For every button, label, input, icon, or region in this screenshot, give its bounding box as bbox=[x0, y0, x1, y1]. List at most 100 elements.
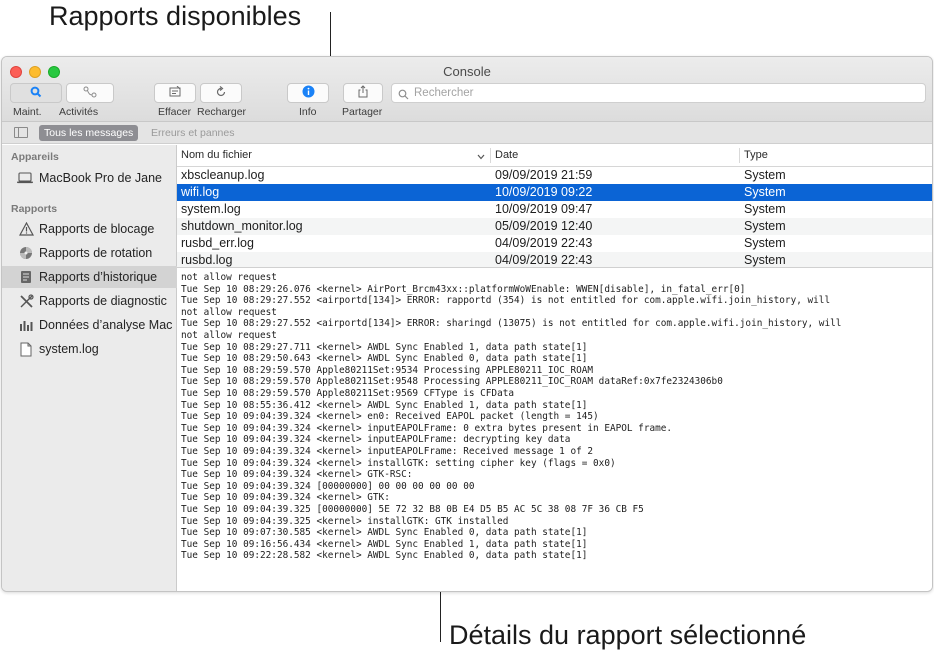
log-line: Tue Sep 10 09:04:39.324 <kernel> install… bbox=[181, 457, 616, 469]
log-line: Tue Sep 10 08:29:50.643 <kernel> AWDL Sy… bbox=[181, 353, 588, 365]
sidebar-item-label: MacBook Pro de Jane bbox=[39, 171, 162, 185]
sidebar-item-label: Rapports de blocage bbox=[39, 222, 155, 236]
row-date: 10/09/2019 09:22 bbox=[495, 185, 593, 199]
sidebar-toggle-icon[interactable] bbox=[14, 127, 28, 138]
now-button[interactable] bbox=[10, 83, 62, 103]
sidebar-item-spin-reports[interactable]: Rapports de rotation bbox=[2, 242, 177, 264]
log-line: Tue Sep 10 08:29:59.570 Apple80211Set:95… bbox=[181, 388, 515, 399]
table-row-selected[interactable]: wifi.log 10/09/2019 09:22 System bbox=[177, 184, 932, 201]
search-icon bbox=[398, 87, 409, 100]
reload-button[interactable] bbox=[200, 83, 242, 103]
row-type: System bbox=[744, 236, 786, 250]
clear-icon bbox=[168, 85, 182, 101]
share-label: Partager bbox=[342, 106, 383, 118]
log-line: Tue Sep 10 09:04:39.324 <kernel> inputEA… bbox=[181, 422, 673, 434]
row-filename: system.log bbox=[181, 202, 241, 216]
filter-errors-faults[interactable]: Erreurs et pannes bbox=[151, 127, 234, 139]
sidebar-item-device[interactable]: MacBook Pro de Jane bbox=[2, 167, 177, 189]
table-header: Nom du fichier Date Type bbox=[177, 145, 932, 167]
sidebar-item-crash-reports[interactable]: Rapports de blocage bbox=[2, 218, 177, 240]
table-row[interactable]: rusbd_err.log 04/09/2019 22:43 System bbox=[177, 235, 932, 252]
table-row[interactable]: shutdown_monitor.log 05/09/2019 12:40 Sy… bbox=[177, 218, 932, 235]
activities-label: Activités bbox=[59, 106, 99, 118]
sidebar-item-label: Rapports d’historique bbox=[39, 270, 158, 284]
clear-label: Effacer bbox=[158, 106, 192, 118]
log-line: Tue Sep 10 08:29:59.570 Apple80211Set:95… bbox=[181, 376, 723, 388]
activities-icon bbox=[83, 86, 97, 101]
sidebar-item-label: Rapports de rotation bbox=[39, 246, 153, 260]
devices-header: Appareils bbox=[11, 151, 59, 163]
row-date: 04/09/2019 22:43 bbox=[495, 236, 593, 250]
row-filename: rusbd_err.log bbox=[181, 236, 254, 250]
row-date: 09/09/2019 21:59 bbox=[495, 168, 593, 182]
row-filename: shutdown_monitor.log bbox=[181, 219, 303, 233]
log-line: Tue Sep 10 09:16:56.434 <kernel> AWDL Sy… bbox=[181, 538, 588, 550]
log-line: Tue Sep 10 08:29:27.552 <airportd[134]> … bbox=[181, 295, 831, 307]
sidebar-item-system-log[interactable]: system.log bbox=[2, 338, 177, 360]
row-filename: rusbd.log bbox=[181, 253, 233, 267]
tools-icon bbox=[18, 293, 34, 309]
callout-report-details: Détails du rapport sélectionné bbox=[449, 620, 807, 650]
row-type: System bbox=[744, 185, 786, 199]
now-label: Maint. bbox=[13, 106, 42, 118]
sidebar-item-log-reports[interactable]: Rapports d’historique bbox=[2, 266, 177, 288]
log-line: Tue Sep 10 08:29:26.076 <kernel> AirPort… bbox=[181, 283, 746, 295]
log-line: Tue Sep 10 09:04:39.324 <kernel> inputEA… bbox=[181, 446, 594, 457]
activities-button[interactable] bbox=[66, 83, 114, 103]
log-line: Tue Sep 10 09:04:39.324 <kernel> GTK: bbox=[181, 492, 390, 504]
log-line: Tue Sep 10 09:04:39.325 <kernel> install… bbox=[181, 515, 509, 527]
row-type: System bbox=[744, 168, 786, 182]
share-icon bbox=[357, 85, 369, 101]
toolbar: Console Maint. Activités Effacer Recharg… bbox=[2, 57, 932, 122]
share-button[interactable] bbox=[343, 83, 383, 103]
clear-button[interactable] bbox=[154, 83, 196, 103]
sort-chevron-icon[interactable] bbox=[477, 151, 485, 163]
sidebar-item-label: Rapports de diagnostic bbox=[39, 294, 167, 308]
file-icon bbox=[18, 341, 34, 357]
sidebar-item-label: Données d’analyse Mac bbox=[39, 318, 173, 332]
log-line: Tue Sep 10 09:04:39.324 <kernel> GTK-RSC… bbox=[181, 469, 413, 481]
reload-label: Recharger bbox=[197, 106, 247, 118]
window-title: Console bbox=[443, 64, 491, 79]
filter-all-messages[interactable]: Tous les messages bbox=[39, 125, 139, 141]
row-filename: xbscleanup.log bbox=[181, 168, 265, 182]
column-divider[interactable] bbox=[739, 148, 740, 163]
sidebar: Appareils MacBook Pro de Jane Rapports R… bbox=[2, 145, 177, 591]
log-line: Tue Sep 10 09:04:39.324 <kernel> en0: Re… bbox=[181, 411, 599, 423]
report-table: Nom du fichier Date Type xbscleanup.log … bbox=[177, 145, 932, 269]
log-line: Tue Sep 10 09:04:39.325 [00000000] 5E 72… bbox=[181, 504, 644, 515]
log-line: Tue Sep 10 08:55:36.412 <kernel> AWDL Sy… bbox=[181, 399, 588, 411]
row-date: 04/09/2019 22:43 bbox=[495, 253, 593, 267]
table-row[interactable]: xbscleanup.log 09/09/2019 21:59 System bbox=[177, 167, 932, 184]
callout-available-reports: Rapports disponibles bbox=[49, 1, 302, 31]
row-type: System bbox=[744, 219, 786, 233]
reload-icon bbox=[215, 85, 227, 101]
log-line: Tue Sep 10 09:04:39.324 [00000000] 00 00… bbox=[181, 480, 475, 492]
search-field[interactable]: Rechercher bbox=[391, 83, 926, 103]
info-icon bbox=[302, 85, 315, 101]
row-filename: wifi.log bbox=[181, 185, 220, 199]
column-header-filename[interactable]: Nom du fichier bbox=[181, 149, 252, 161]
sidebar-item-diagnostic-reports[interactable]: Rapports de diagnostic bbox=[2, 290, 177, 312]
info-button[interactable] bbox=[287, 83, 329, 103]
sidebar-item-mac-analytics[interactable]: Données d’analyse Mac bbox=[2, 314, 177, 336]
report-details[interactable]: not allow request Tue Sep 10 08:29:26.07… bbox=[177, 267, 932, 591]
log-line: Tue Sep 10 09:22:28.582 <kernel> AWDL Sy… bbox=[181, 550, 588, 562]
row-date: 05/09/2019 12:40 bbox=[495, 219, 593, 233]
table-row[interactable]: system.log 10/09/2019 09:47 System bbox=[177, 201, 932, 218]
row-type: System bbox=[744, 202, 786, 216]
column-header-type[interactable]: Type bbox=[744, 149, 768, 161]
column-divider[interactable] bbox=[490, 148, 491, 163]
laptop-icon bbox=[16, 170, 34, 186]
log-line: not allow request bbox=[181, 272, 277, 283]
info-label: Info bbox=[299, 106, 317, 118]
log-line: Tue Sep 10 08:29:27.711 <kernel> AWDL Sy… bbox=[181, 341, 588, 353]
column-header-date[interactable]: Date bbox=[495, 149, 518, 161]
warning-triangle-icon bbox=[18, 221, 34, 237]
log-line: Tue Sep 10 08:29:27.552 <airportd[134]> … bbox=[181, 318, 842, 330]
search-placeholder: Rechercher bbox=[414, 87, 474, 99]
now-icon bbox=[30, 86, 42, 101]
filter-bar: Tous les messages Erreurs et pannes bbox=[2, 122, 932, 144]
log-line: Tue Sep 10 09:04:39.324 <kernel> inputEA… bbox=[181, 434, 571, 446]
document-icon bbox=[18, 269, 34, 285]
